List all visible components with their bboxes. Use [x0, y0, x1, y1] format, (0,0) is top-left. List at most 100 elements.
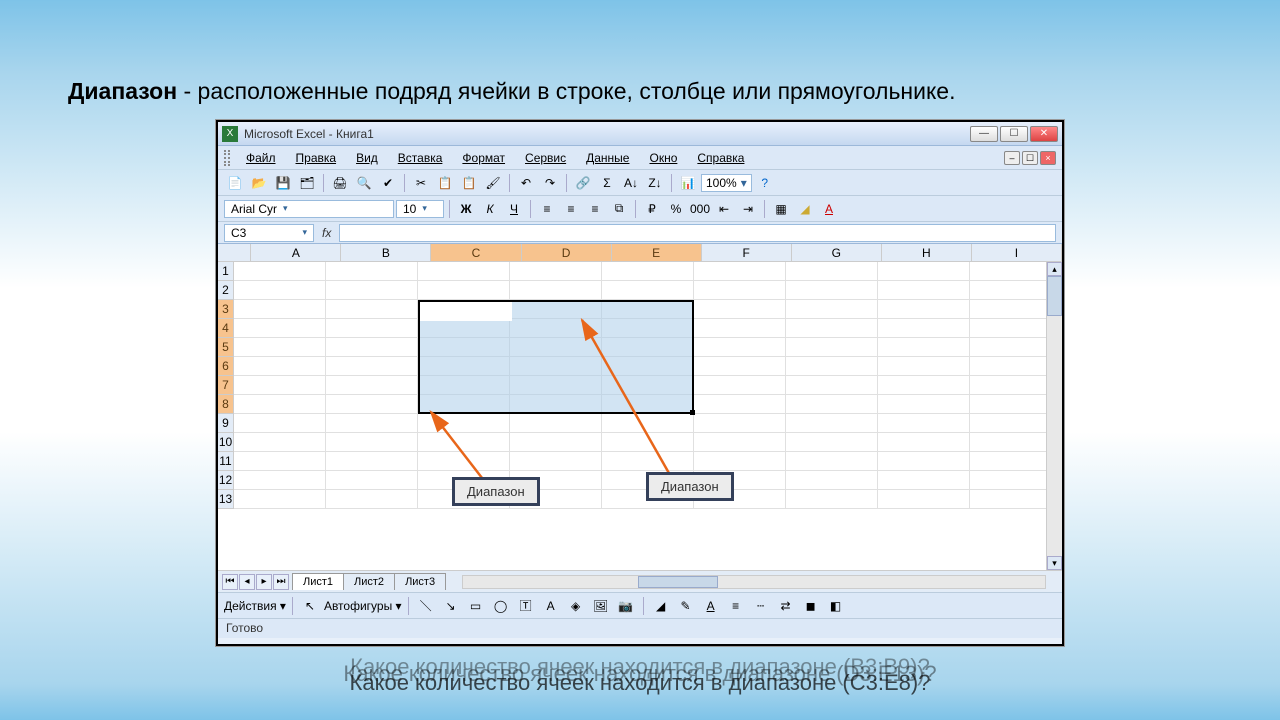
diagram-icon[interactable]: ◈: [565, 596, 587, 616]
col-header-f[interactable]: F: [702, 244, 792, 261]
cells-area[interactable]: Диапазон Диапазон: [234, 262, 1062, 509]
sort-desc-icon[interactable]: Z↓: [644, 173, 666, 193]
col-header-e[interactable]: E: [612, 244, 702, 261]
increase-indent-icon[interactable]: ⇥: [737, 199, 759, 219]
fill-color-icon[interactable]: ◢: [650, 596, 672, 616]
percent-icon[interactable]: %: [665, 199, 687, 219]
row-header[interactable]: 9: [218, 414, 234, 433]
sheet-last-icon[interactable]: ⏭: [273, 574, 289, 590]
sheet-tab-3[interactable]: Лист3: [394, 573, 446, 590]
close-button[interactable]: ✕: [1030, 126, 1058, 142]
scroll-down-icon[interactable]: ▾: [1047, 556, 1062, 570]
dash-style-icon[interactable]: ┄: [750, 596, 772, 616]
col-header-a[interactable]: A: [251, 244, 341, 261]
scroll-up-icon[interactable]: ▴: [1047, 262, 1062, 276]
cut-icon[interactable]: ✂: [410, 173, 432, 193]
formula-bar[interactable]: [339, 224, 1056, 242]
select-objects-icon[interactable]: ↖: [299, 596, 321, 616]
font-color-icon[interactable]: A: [700, 596, 722, 616]
doc-close-button[interactable]: ×: [1040, 151, 1056, 165]
italic-button[interactable]: К: [479, 199, 501, 219]
zoom-select[interactable]: 100%▾: [701, 174, 752, 192]
sort-asc-icon[interactable]: A↓: [620, 173, 642, 193]
row-header[interactable]: 8: [218, 395, 234, 414]
new-icon[interactable]: 📄: [224, 173, 246, 193]
redo-icon[interactable]: ↷: [539, 173, 561, 193]
copy-icon[interactable]: 📋: [434, 173, 456, 193]
line-icon[interactable]: ＼: [415, 596, 437, 616]
print-icon[interactable]: 🖨: [329, 173, 351, 193]
col-header-g[interactable]: G: [792, 244, 882, 261]
row-header[interactable]: 10: [218, 433, 234, 452]
menu-format[interactable]: Формат: [454, 149, 513, 167]
row-header[interactable]: 4: [218, 319, 234, 338]
sheet-next-icon[interactable]: ▸: [256, 574, 272, 590]
sheet-first-icon[interactable]: ⏮: [222, 574, 238, 590]
comma-icon[interactable]: 000: [689, 199, 711, 219]
menu-file[interactable]: Файл: [238, 149, 284, 167]
actions-menu[interactable]: Действия ▾: [224, 599, 286, 613]
spellcheck-icon[interactable]: ✔: [377, 173, 399, 193]
row-header[interactable]: 2: [218, 281, 234, 300]
menu-edit[interactable]: Правка: [288, 149, 345, 167]
menu-data[interactable]: Данные: [578, 149, 637, 167]
picture-icon[interactable]: 📷: [615, 596, 637, 616]
underline-button[interactable]: Ч: [503, 199, 525, 219]
oval-icon[interactable]: ◯: [490, 596, 512, 616]
font-color-icon[interactable]: A: [818, 199, 840, 219]
spreadsheet-grid[interactable]: A B C D E F G H I 1 2 3 4 5 6 7 8 9 10 1…: [218, 244, 1062, 570]
sheet-tab-2[interactable]: Лист2: [343, 573, 395, 590]
save-icon[interactable]: 💾: [272, 173, 294, 193]
horizontal-scrollbar[interactable]: [462, 575, 1046, 589]
row-header[interactable]: 12: [218, 471, 234, 490]
line-style-icon[interactable]: ≡: [725, 596, 747, 616]
maximize-button[interactable]: ☐: [1000, 126, 1028, 142]
scroll-thumb[interactable]: [638, 576, 718, 588]
align-left-icon[interactable]: ≡: [536, 199, 558, 219]
menu-insert[interactable]: Вставка: [390, 149, 451, 167]
font-name-select[interactable]: Arial Cyr▾: [224, 200, 394, 218]
col-header-d[interactable]: D: [522, 244, 612, 261]
doc-minimize-button[interactable]: –: [1004, 151, 1020, 165]
menu-tools[interactable]: Сервис: [517, 149, 574, 167]
open-icon[interactable]: 📂: [248, 173, 270, 193]
row-header[interactable]: 5: [218, 338, 234, 357]
textbox-icon[interactable]: 🅃: [515, 596, 537, 616]
format-painter-icon[interactable]: 🖌: [482, 173, 504, 193]
chart-wizard-icon[interactable]: 📊: [677, 173, 699, 193]
sheet-prev-icon[interactable]: ◂: [239, 574, 255, 590]
permissions-icon[interactable]: 🗂: [296, 173, 318, 193]
menu-help[interactable]: Справка: [689, 149, 752, 167]
clipart-icon[interactable]: 🖼: [590, 596, 612, 616]
fill-color-icon[interactable]: ◢: [794, 199, 816, 219]
col-header-c[interactable]: C: [431, 244, 521, 261]
help-icon[interactable]: ?: [754, 173, 776, 193]
align-center-icon[interactable]: ≡: [560, 199, 582, 219]
currency-icon[interactable]: ₽: [641, 199, 663, 219]
undo-icon[interactable]: ↶: [515, 173, 537, 193]
row-header[interactable]: 6: [218, 357, 234, 376]
align-right-icon[interactable]: ≡: [584, 199, 606, 219]
scroll-thumb[interactable]: [1047, 276, 1062, 316]
bold-button[interactable]: Ж: [455, 199, 477, 219]
row-header[interactable]: 7: [218, 376, 234, 395]
wordart-icon[interactable]: A: [540, 596, 562, 616]
sum-icon[interactable]: Σ: [596, 173, 618, 193]
paste-icon[interactable]: 📋: [458, 173, 480, 193]
decrease-indent-icon[interactable]: ⇤: [713, 199, 735, 219]
doc-restore-button[interactable]: ☐: [1022, 151, 1038, 165]
row-header[interactable]: 13: [218, 490, 234, 509]
merge-center-icon[interactable]: ⧉: [608, 199, 630, 219]
fx-icon[interactable]: fx: [322, 226, 331, 240]
line-color-icon[interactable]: ✎: [675, 596, 697, 616]
select-all-corner[interactable]: [218, 244, 251, 261]
borders-icon[interactable]: ▦: [770, 199, 792, 219]
menu-view[interactable]: Вид: [348, 149, 386, 167]
rectangle-icon[interactable]: ▭: [465, 596, 487, 616]
shadow-icon[interactable]: ◼: [800, 596, 822, 616]
row-header[interactable]: 1: [218, 262, 234, 281]
row-header[interactable]: 3: [218, 300, 234, 319]
arrow-icon[interactable]: ↘: [440, 596, 462, 616]
arrow-style-icon[interactable]: ⇄: [775, 596, 797, 616]
hyperlink-icon[interactable]: 🔗: [572, 173, 594, 193]
